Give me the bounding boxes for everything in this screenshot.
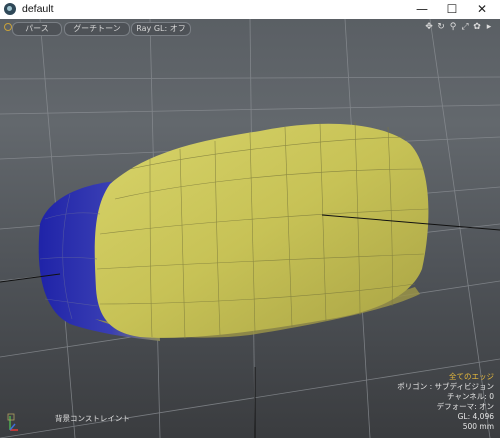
zoom-view-icon[interactable]: ⚲	[448, 22, 458, 33]
move-view-icon[interactable]: ✥	[424, 22, 434, 33]
window-title: default	[22, 3, 54, 15]
view-mode-dropdown[interactable]: パース	[12, 22, 62, 36]
rotate-view-icon[interactable]: ↻	[436, 22, 446, 33]
expand-arrow-icon[interactable]: ▸	[484, 22, 494, 33]
fit-view-icon[interactable]: ⤢	[460, 22, 470, 33]
3d-viewport[interactable]: パース グーチトーン Ray GL: オフ ✥ ↻ ⚲ ⤢ ✿ ▸ 背景コンスト…	[0, 19, 500, 438]
application-window: default — ☐ ✕ パース グーチトーン Ray GL: オフ ✥ ↻ …	[0, 0, 500, 438]
viewport-menu-icon[interactable]	[4, 23, 12, 31]
background-constraint-label: 背景コンストレイント	[55, 414, 130, 423]
channel-stat: チャンネル: 0	[447, 392, 494, 401]
shading-mode-dropdown[interactable]: グーチトーン	[64, 22, 130, 36]
raygl-toggle[interactable]: Ray GL: オフ	[131, 22, 191, 36]
viewport-stats-overlay: 全てのエッジ ポリゴン : サブディビジョン チャンネル: 0 デフォーマ: オ…	[397, 372, 494, 432]
app-logo-icon	[4, 3, 16, 15]
axis-orientation-icon	[7, 413, 18, 431]
minimize-button[interactable]: —	[407, 0, 437, 19]
grid-scale-stat: 500 mm	[462, 422, 494, 431]
selection-mode-label: 全てのエッジ	[449, 372, 494, 381]
polygon-stat: ポリゴン : サブディビジョン	[397, 382, 494, 391]
maximize-button[interactable]: ☐	[437, 0, 467, 19]
close-button[interactable]: ✕	[467, 0, 497, 19]
gl-stat: GL: 4,096	[457, 412, 494, 421]
settings-icon[interactable]: ✿	[472, 22, 482, 33]
title-bar[interactable]: default — ☐ ✕	[0, 0, 500, 19]
viewport-nav-icons: ✥ ↻ ⚲ ⤢ ✿ ▸	[424, 22, 494, 33]
deformer-stat: デフォーマ: オン	[436, 402, 494, 411]
viewport-toolbar: パース グーチトーン Ray GL: オフ ✥ ↻ ⚲ ⤢ ✿ ▸	[0, 19, 500, 39]
